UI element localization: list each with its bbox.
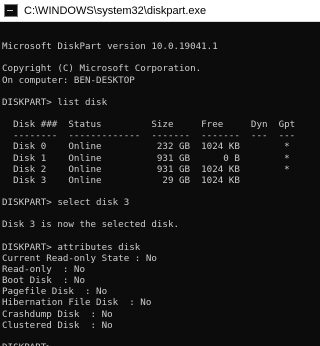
diskpart-window: C:\WINDOWS\system32\diskpart.exe Microso… [0,0,320,346]
console-line: Boot Disk : No [2,275,85,287]
console-icon [4,4,18,17]
window-title: C:\WINDOWS\system32\diskpart.exe [24,5,207,17]
console-line: Disk 3 is now the selected disk. [2,219,180,231]
console-line: Disk 2 Online 931 GB 1024 KB * [2,163,290,175]
console-line: Disk 1 Online 931 GB 0 B * [2,152,290,164]
console-line: -------- ------------- ------- ------- -… [2,130,296,142]
console-line: On computer: BEN-DESKTOP [2,74,135,86]
console-line: DISKPART> attributes disk [2,241,141,253]
console-line: Disk 3 Online 29 GB 1024 KB [2,174,240,186]
console-line: DISKPART> list disk [2,96,108,108]
title-bar[interactable]: C:\WINDOWS\system32\diskpart.exe [0,0,320,22]
console-line: DISKPART> [2,342,320,346]
console-line: Pagefile Disk : No [2,286,108,298]
console-line: Crashdump Disk : No [2,308,113,320]
console-line: Read-only : No [2,263,85,275]
console-line: Disk 0 Online 232 GB 1024 KB * [2,141,290,153]
console-line: Clustered Disk : No [2,319,113,331]
console-line: Current Read-only State : No [2,252,157,264]
console-line: Disk ### Status Size Free Dyn Gpt [2,119,296,131]
console-output[interactable]: Microsoft DiskPart version 10.0.19041.1 C… [0,24,320,346]
console-line: Copyright (C) Microsoft Corporation. [2,63,202,75]
console-line: Microsoft DiskPart version 10.0.19041.1 [2,41,218,53]
console-line: Hibernation File Disk : No [2,297,152,309]
console-line: DISKPART> select disk 3 [2,197,130,209]
